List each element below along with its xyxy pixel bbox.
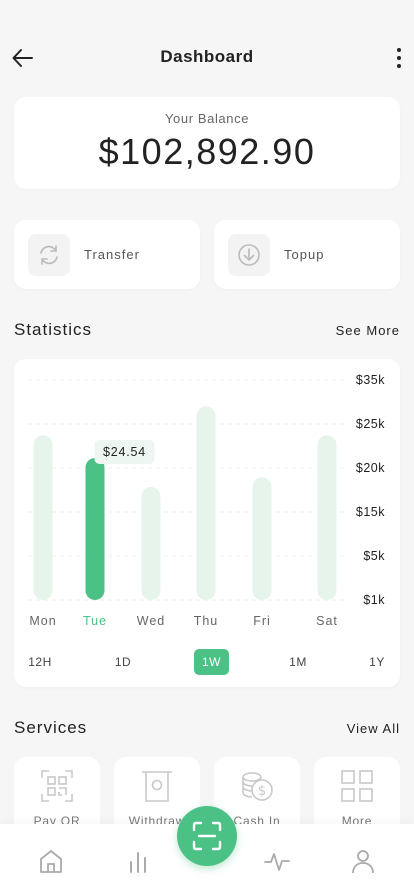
stats-icon	[130, 852, 146, 873]
y-tick-label: $1k	[363, 593, 385, 607]
grid-icon	[341, 770, 373, 802]
x-tick-label: Fri	[253, 614, 271, 628]
chart-bar-thu	[196, 406, 216, 600]
x-tick-label: Thu	[194, 614, 219, 628]
y-tick-label: $5k	[363, 549, 385, 563]
period-12h[interactable]: 12H	[24, 649, 56, 675]
y-tick-label: $15k	[356, 505, 385, 519]
scan-button[interactable]	[177, 806, 237, 866]
more-vertical-icon	[397, 48, 401, 52]
topup-label: Topup	[284, 247, 325, 262]
x-tick-label: Sat	[316, 614, 338, 628]
nav-stats[interactable]	[123, 846, 153, 876]
balance-label: Your Balance	[164, 111, 250, 126]
period-1m[interactable]: 1M	[282, 649, 314, 675]
period-1w[interactable]: 1W	[194, 649, 229, 675]
see-more-link[interactable]: See More	[336, 323, 400, 338]
refresh-icon	[28, 233, 70, 276]
services-title: Services	[14, 718, 88, 737]
profile-icon	[352, 850, 374, 874]
statistics-card: $35k $25k $20k $15k $5k $1k Mon Tue $24.54 Wed Thu…	[14, 359, 400, 687]
nav-activity[interactable]	[262, 846, 292, 876]
more-menu-button[interactable]	[392, 44, 406, 72]
x-tick-label: Tue	[83, 614, 107, 628]
period-selector: 12H 1D 1W 1M 1Y	[14, 649, 400, 675]
chart-bar-tue	[85, 457, 105, 600]
chart-bar-wed	[141, 487, 161, 600]
withdraw-icon	[142, 771, 172, 802]
y-tick-label: $25k	[356, 417, 385, 431]
scan-icon	[192, 821, 222, 851]
balance-value: $102,892.90	[98, 131, 316, 172]
x-tick-label: Mon	[29, 614, 56, 628]
nav-home[interactable]	[36, 846, 66, 876]
qr-code-icon	[41, 770, 73, 802]
transfer-button[interactable]: Transfer	[14, 220, 200, 289]
coins-icon: $	[242, 772, 273, 801]
chart-bar-sat	[317, 435, 337, 600]
statistics-title: Statistics	[14, 320, 93, 339]
chart-bar-mon	[33, 435, 53, 600]
x-tick-label: Wed	[137, 614, 165, 628]
activity-icon	[264, 853, 290, 871]
nav-profile[interactable]	[348, 846, 378, 876]
y-tick-label: $20k	[356, 461, 385, 475]
statistics-chart: $35k $25k $20k $15k $5k $1k Mon Tue $24.54 Wed Thu…	[28, 373, 385, 628]
balance-card: Your Balance $102,892.90	[14, 97, 400, 189]
transfer-label: Transfer	[84, 247, 140, 262]
svg-text:$: $	[258, 784, 266, 799]
topup-button[interactable]: Topup	[214, 220, 400, 289]
page-title: Dashboard	[160, 47, 254, 66]
services-header: Services View All	[14, 718, 400, 738]
chart-bar-fri	[252, 477, 272, 600]
download-icon	[228, 233, 270, 276]
period-1y[interactable]: 1Y	[363, 649, 391, 675]
tooltip-value: $24.54	[103, 445, 146, 459]
header: Dashboard	[0, 0, 414, 96]
y-tick-label: $35k	[356, 373, 385, 387]
view-all-link[interactable]: View All	[347, 721, 400, 736]
statistics-header: Statistics See More	[14, 320, 400, 340]
period-1d[interactable]: 1D	[108, 649, 138, 675]
home-icon	[40, 850, 62, 873]
